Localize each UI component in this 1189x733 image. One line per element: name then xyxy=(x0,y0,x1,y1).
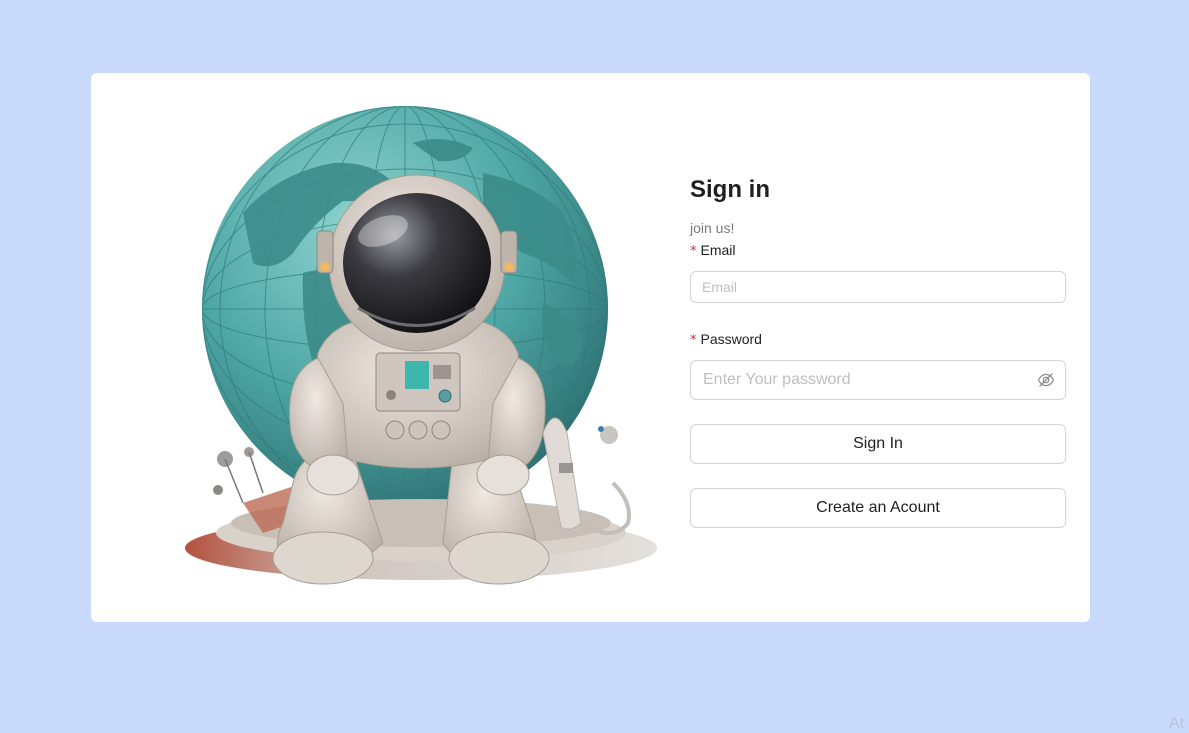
create-account-button[interactable]: Create an Acount xyxy=(690,488,1066,528)
form-title: Sign in xyxy=(690,176,770,203)
email-required-marker: * xyxy=(690,244,697,259)
sign-in-button[interactable]: Sign In xyxy=(690,424,1066,464)
email-field[interactable] xyxy=(690,271,1066,303)
form-subtitle: join us! xyxy=(690,220,735,236)
password-field-wrapper xyxy=(690,360,1066,400)
login-card: Sign in join us! *Email *Password Sign I… xyxy=(91,73,1090,622)
eye-slash-icon[interactable] xyxy=(1037,371,1055,389)
corner-overlay-text: At xyxy=(1169,715,1185,732)
password-label-text: Password xyxy=(700,331,762,347)
email-label: * Email xyxy=(690,241,1066,261)
password-field[interactable] xyxy=(690,360,1066,400)
sign-in-form: Sign in join us! *Email *Password Sign I… xyxy=(690,173,1066,528)
password-required-marker: * xyxy=(690,333,697,348)
email-label-text: Email xyxy=(700,242,736,258)
astronaut-globe-illustration xyxy=(185,106,657,585)
password-label: * Password xyxy=(690,330,1066,350)
